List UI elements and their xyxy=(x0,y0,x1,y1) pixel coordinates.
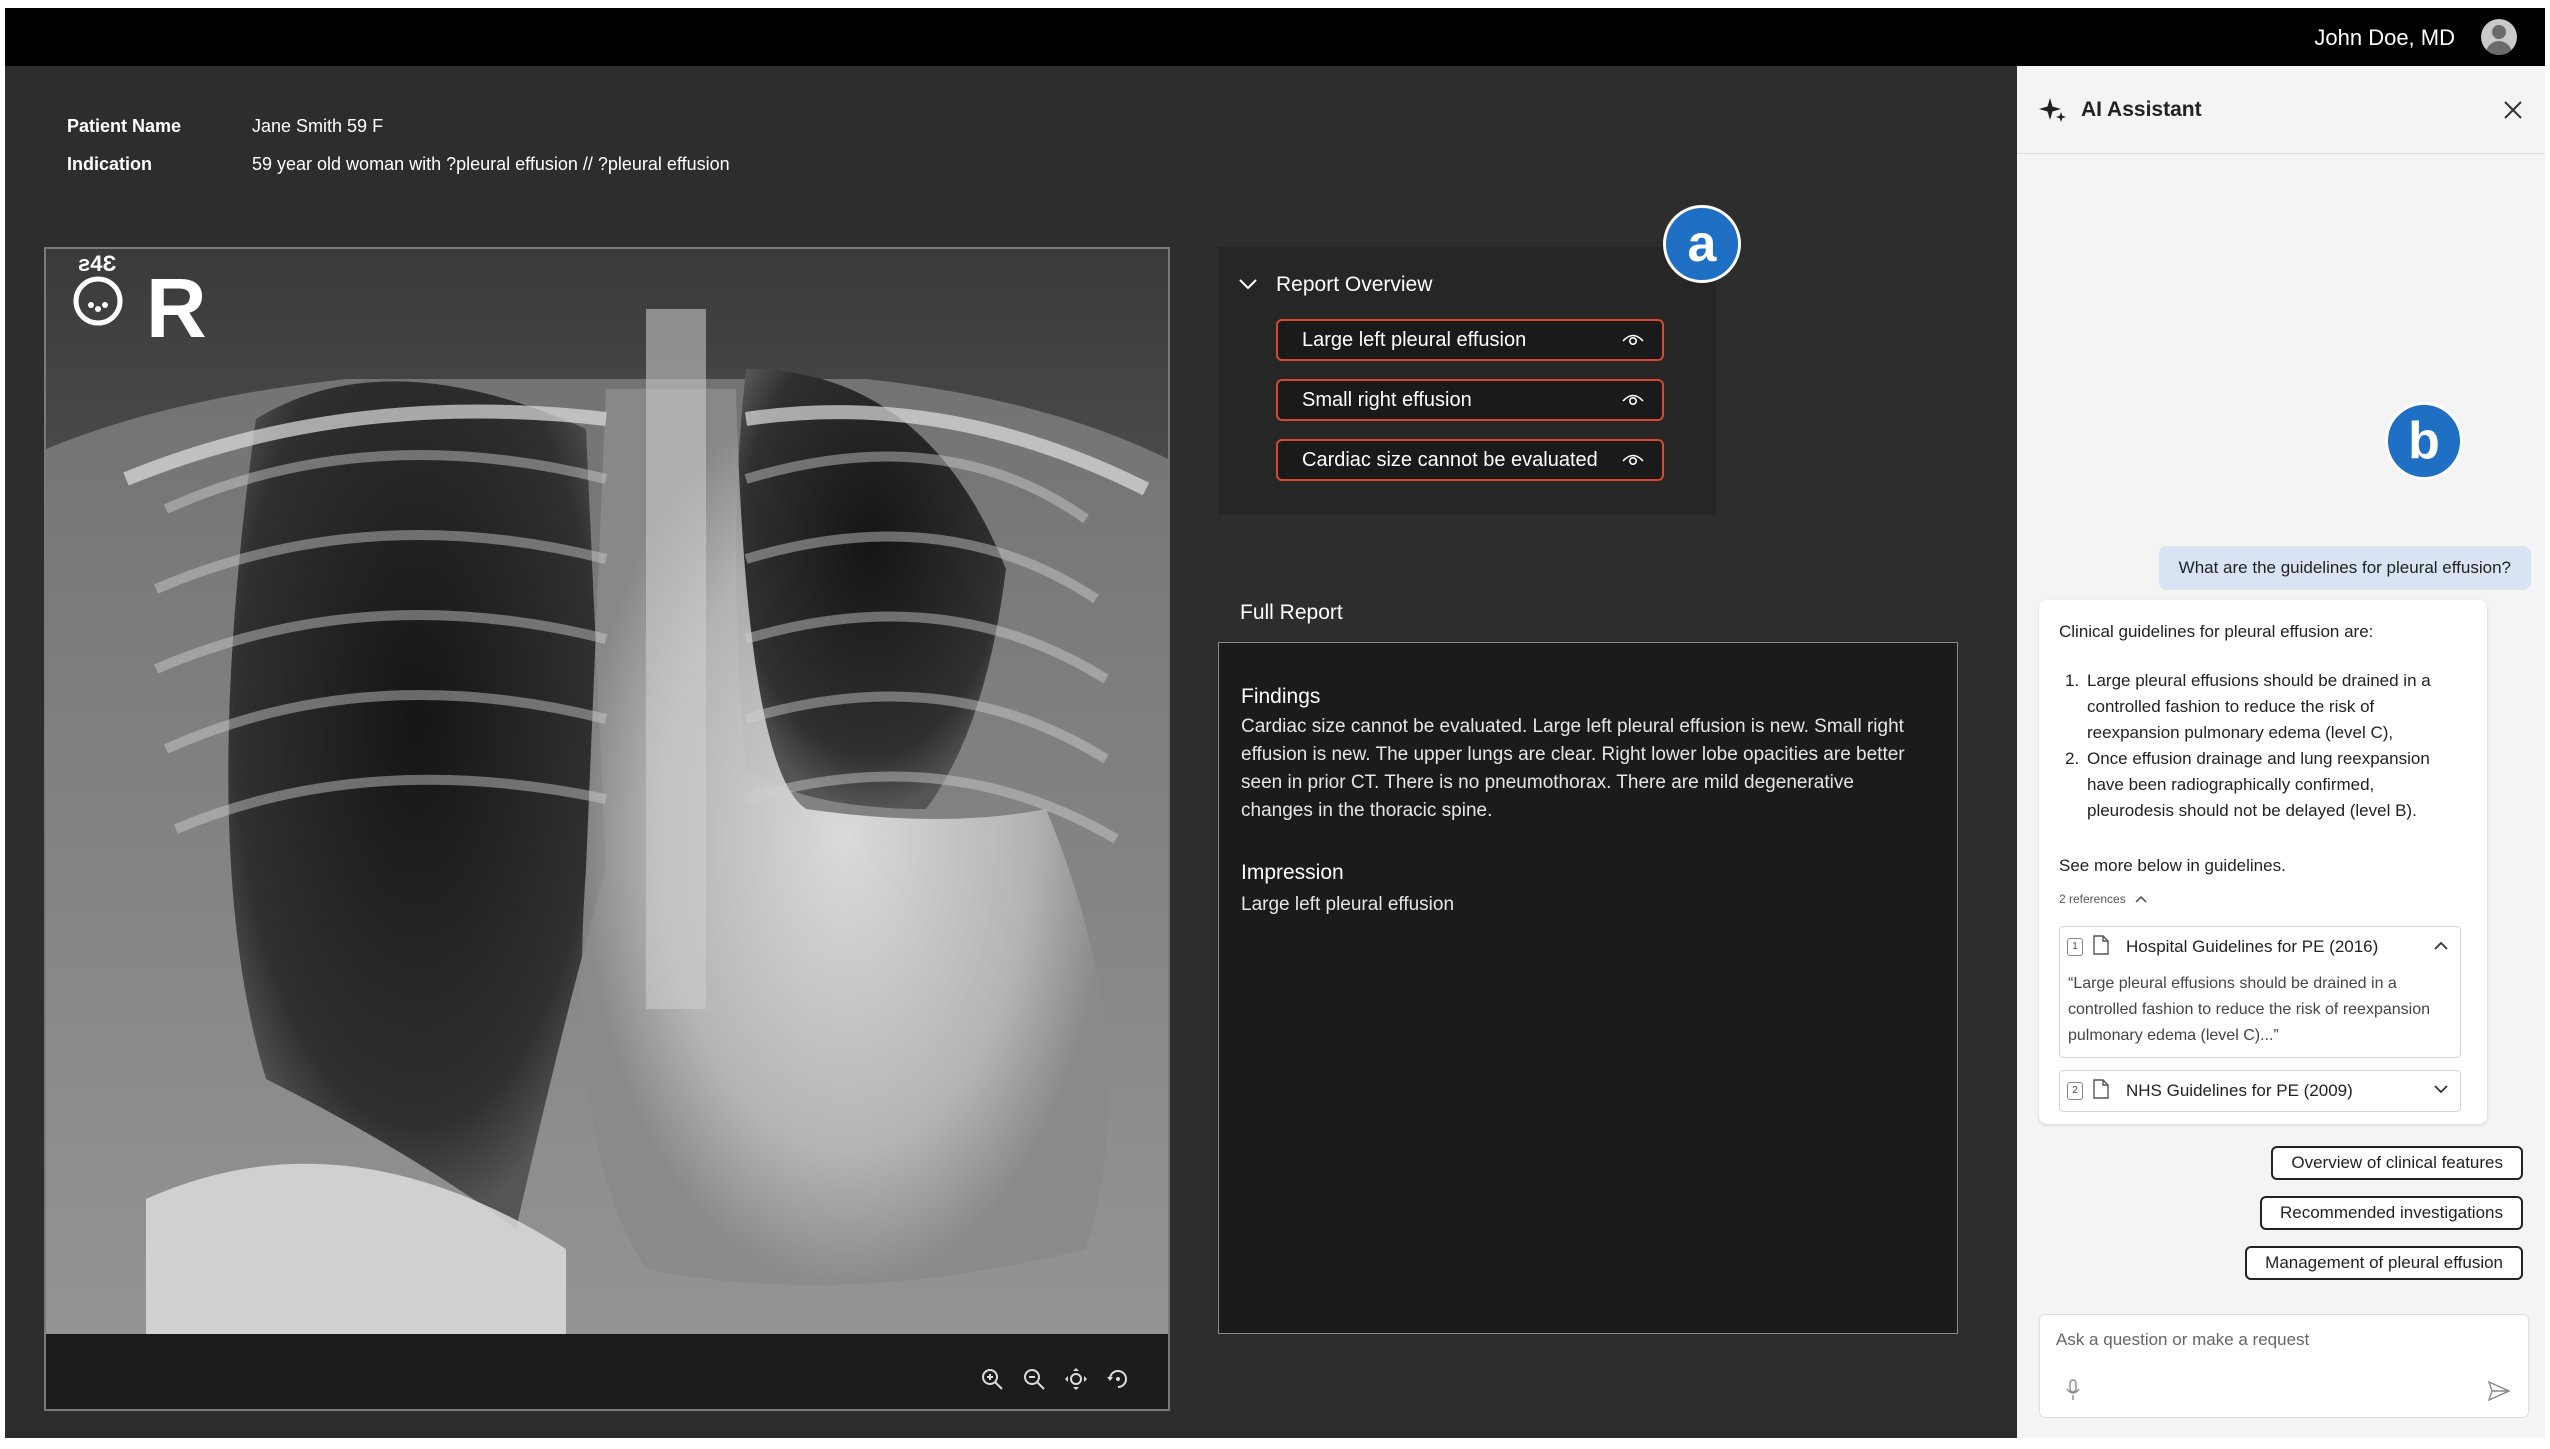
finding-chip[interactable]: Cardiac size cannot be evaluated xyxy=(1276,439,1664,481)
top-bar: John Doe, MD xyxy=(5,8,2545,66)
document-icon xyxy=(2093,935,2109,955)
chevron-down-icon[interactable] xyxy=(2434,1085,2448,1094)
list-item: 1. Large pleural effusions should be drai… xyxy=(2065,671,2431,742)
list-item: 2. Once effusion drainage and lung reexpa… xyxy=(2065,749,2430,820)
user-name: John Doe, MD xyxy=(2314,25,2455,50)
svg-text:R: R xyxy=(146,261,207,355)
reference-title: NHS Guidelines for PE (2009) xyxy=(2126,1081,2353,1100)
reference-number: 2 xyxy=(2067,1082,2083,1100)
svg-text:ƨ4Ɛ: ƨ4Ɛ xyxy=(78,251,116,276)
eye-icon[interactable] xyxy=(1622,453,1644,467)
indication-label: Indication xyxy=(67,153,152,174)
ai-assistant-title: AI Assistant xyxy=(2081,98,2202,121)
chat-input[interactable] xyxy=(2054,1329,2488,1351)
reference-number: 1 xyxy=(2067,938,2083,956)
full-report-panel: Findings Cardiac size cannot be evaluate… xyxy=(1218,642,1958,1334)
close-icon[interactable] xyxy=(2503,100,2523,120)
chest-xray-image[interactable]: ƨ4Ɛ R xyxy=(46,249,1168,1334)
patient-name-value: Jane Smith 59 F xyxy=(252,115,384,136)
findings-text: Cardiac size cannot be evaluated. Large … xyxy=(1241,716,1905,821)
rotate-icon[interactable] xyxy=(1106,1367,1130,1391)
report-overview-panel: Report Overview Large left pleural effus… xyxy=(1218,247,1716,515)
callout-badge-b: b xyxy=(2385,402,2463,480)
send-icon[interactable] xyxy=(2488,1381,2510,1401)
indication-value: 59 year old woman with ?pleural effusion… xyxy=(252,153,730,174)
chevron-up-icon[interactable] xyxy=(2434,941,2448,950)
response-intro: Clinical guidelines for pleural effusion… xyxy=(2059,622,2374,641)
reference-card[interactable]: 1 Hospital Guidelines for PE (2016) “Lar… xyxy=(2059,926,2461,1058)
microphone-icon[interactable] xyxy=(2066,1379,2080,1401)
suggestion-chip[interactable]: Recommended investigations xyxy=(2259,1196,2523,1230)
chevron-down-icon[interactable] xyxy=(1238,277,1258,291)
pan-icon[interactable] xyxy=(1064,1367,1088,1391)
avatar[interactable] xyxy=(2481,19,2517,55)
ai-assistant-panel: AI Assistant b What are the guidelines f… xyxy=(2017,66,2545,1438)
reference-card[interactable]: 2 NHS Guidelines for PE (2009) xyxy=(2059,1070,2461,1112)
finding-label: Cardiac size cannot be evaluated xyxy=(1302,449,1598,471)
zoom-out-icon[interactable] xyxy=(1022,1367,1046,1391)
chevron-up-icon xyxy=(2135,895,2147,903)
assistant-message: Clinical guidelines for pleural effusion… xyxy=(2039,600,2487,1124)
viewer-toolbar xyxy=(980,1367,1130,1391)
finding-label: Small right effusion xyxy=(1302,389,1472,411)
patient-name-label: Patient Name xyxy=(67,115,182,136)
patient-info: Patient Name Jane Smith 59 F Indication … xyxy=(67,107,730,183)
user-message: What are the guidelines for pleural effu… xyxy=(2158,546,2531,590)
sparkle-icon xyxy=(2039,98,2066,122)
zoom-in-icon[interactable] xyxy=(980,1367,1004,1391)
suggestion-chip[interactable]: Management of pleural effusion xyxy=(2245,1246,2523,1280)
callout-badge-a: a xyxy=(1663,205,1741,283)
eye-icon[interactable] xyxy=(1622,393,1644,407)
impression-heading: Impression xyxy=(1241,861,1344,884)
ai-assistant-header: AI Assistant xyxy=(2017,66,2545,154)
eye-icon[interactable] xyxy=(1622,333,1644,347)
finding-chip[interactable]: Small right effusion xyxy=(1276,379,1664,421)
suggestion-chip[interactable]: Overview of clinical features xyxy=(2271,1146,2523,1180)
full-report-title: Full Report xyxy=(1240,601,1343,624)
app-window: John Doe, MD Patient Name Jane Smith 59 … xyxy=(5,8,2545,1438)
see-more-text: See more below in guidelines. xyxy=(2059,856,2286,875)
document-icon xyxy=(2093,1079,2109,1099)
image-viewer: ƨ4Ɛ R xyxy=(44,247,1170,1411)
finding-label: Large left pleural effusion xyxy=(1302,329,1527,351)
report-overview-title[interactable]: Report Overview xyxy=(1276,273,1432,297)
reference-title: Hospital Guidelines for PE (2016) xyxy=(2126,937,2379,956)
findings-heading: Findings xyxy=(1241,685,1321,708)
chat-input-box xyxy=(2039,1314,2529,1418)
response-list: 1. Large pleural effusions should be drai… xyxy=(2059,668,2459,824)
impression-text: Large left pleural effusion xyxy=(1241,894,1455,915)
reference-quote: “Large pleural effusions should be drain… xyxy=(2068,975,2430,1044)
references-toggle[interactable]: 2 references xyxy=(2059,892,2147,906)
finding-chip[interactable]: Large left pleural effusion xyxy=(1276,319,1664,361)
